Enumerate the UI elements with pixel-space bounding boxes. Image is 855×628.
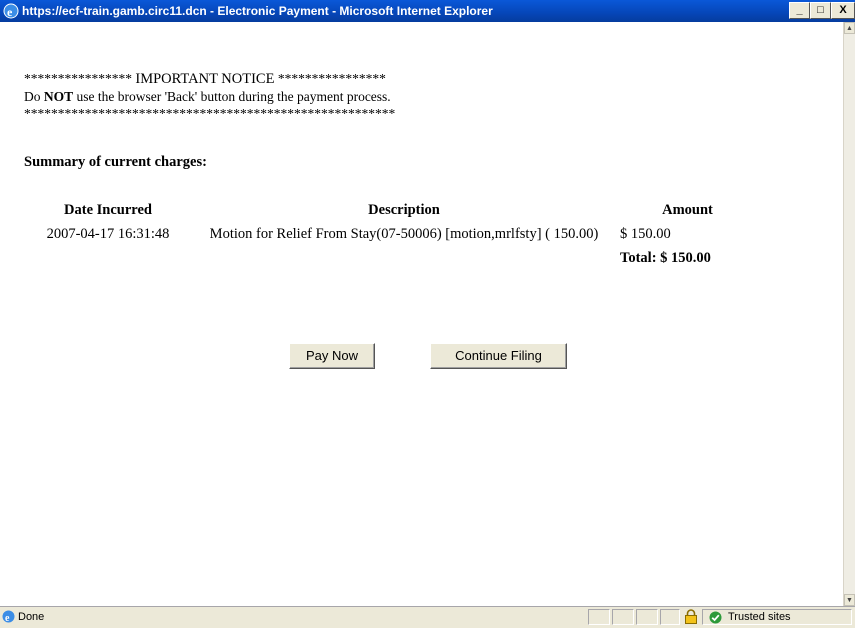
status-panel bbox=[612, 609, 634, 625]
page-done-icon: e bbox=[2, 610, 15, 623]
lock-icon[interactable] bbox=[684, 609, 698, 624]
status-text: Done bbox=[18, 611, 45, 623]
svg-text:e: e bbox=[7, 5, 13, 19]
notice-text-suffix: use the browser 'Back' button during the… bbox=[73, 89, 391, 104]
header-description: Description bbox=[368, 201, 440, 218]
status-panel bbox=[588, 609, 610, 625]
status-panel bbox=[660, 609, 680, 625]
maximize-button[interactable]: □ bbox=[810, 2, 831, 19]
continue-filing-button[interactable]: Continue Filing bbox=[430, 343, 567, 369]
security-zone-text: Trusted sites bbox=[728, 611, 791, 623]
notice-stars-right: **************** bbox=[277, 71, 386, 86]
trusted-sites-check-icon bbox=[709, 611, 722, 624]
scroll-up-arrow-icon[interactable]: ▲ bbox=[844, 22, 855, 34]
window-title-bar[interactable]: e https://ecf-train.gamb.circ11.dcn - El… bbox=[0, 0, 855, 22]
total-amount: Total: $ 150.00 bbox=[620, 249, 711, 266]
notice-title: IMPORTANT NOTICE bbox=[135, 71, 275, 87]
header-date-incurred: Date Incurred bbox=[64, 201, 152, 218]
pay-now-button[interactable]: Pay Now bbox=[289, 343, 375, 369]
notice-stars-left: **************** bbox=[24, 71, 132, 86]
minimize-button[interactable]: _ bbox=[789, 2, 810, 19]
charges-table: Date Incurred Description Amount 2007-04… bbox=[28, 198, 755, 270]
notice-text-prefix: Do bbox=[24, 89, 44, 104]
svg-text:e: e bbox=[5, 613, 10, 623]
status-panel bbox=[636, 609, 658, 625]
summary-heading: Summary of current charges: bbox=[24, 154, 207, 170]
internet-explorer-icon: e bbox=[3, 3, 19, 19]
cell-amount: $ 150.00 bbox=[620, 225, 671, 242]
table-header-row: Date Incurred Description Amount bbox=[28, 198, 755, 222]
cell-description: Motion for Relief From Stay(07-50006) [m… bbox=[209, 225, 599, 242]
total-row: Total: $ 150.00 bbox=[28, 246, 755, 270]
close-button[interactable]: X bbox=[831, 2, 855, 19]
vertical-scrollbar[interactable]: ▲ ▼ bbox=[843, 22, 855, 606]
window-title: https://ecf-train.gamb.circ11.dcn - Elec… bbox=[22, 4, 493, 18]
cell-date: 2007-04-17 16:31:48 bbox=[46, 225, 170, 242]
header-amount: Amount bbox=[662, 201, 713, 218]
status-bar: e Done Trusted sites bbox=[0, 606, 855, 628]
table-row: 2007-04-17 16:31:48 Motion for Relief Fr… bbox=[28, 222, 755, 246]
notice-text-bold: NOT bbox=[43, 89, 74, 104]
scroll-down-arrow-icon[interactable]: ▼ bbox=[844, 594, 855, 606]
notice-stars-line: ****************************************… bbox=[24, 106, 396, 121]
important-notice: **************** IMPORTANT NOTICE ******… bbox=[24, 70, 395, 122]
